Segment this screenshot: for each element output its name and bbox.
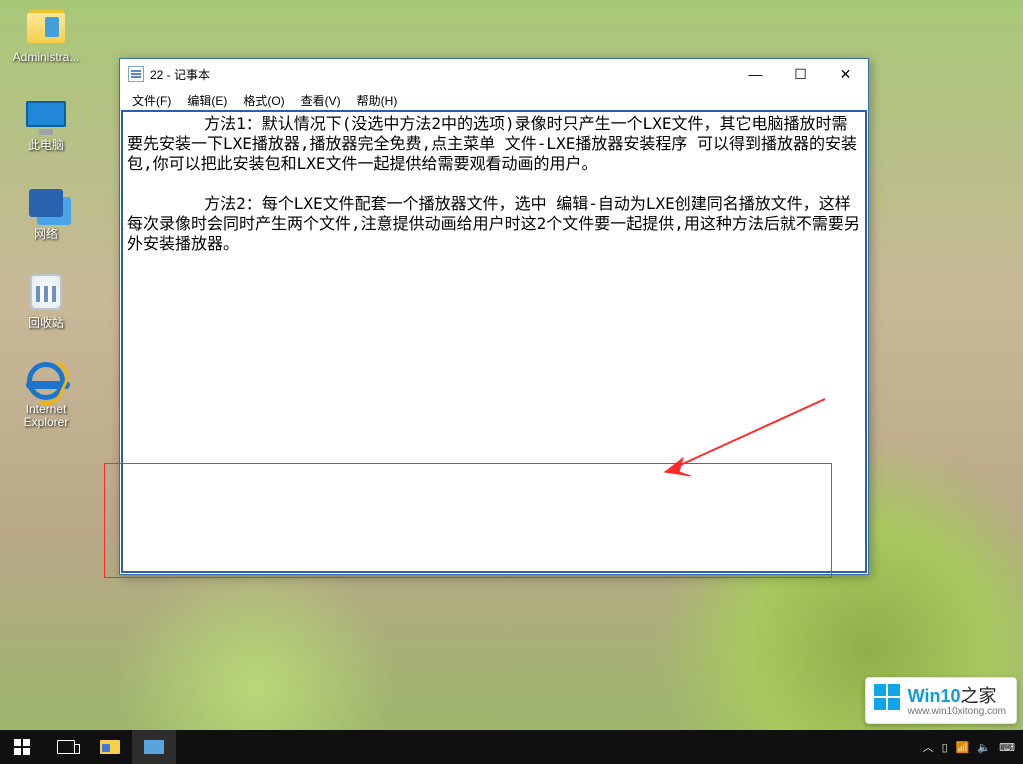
desktop-icon-label: 此电脑 bbox=[6, 136, 86, 153]
watermark-brand-b: 之家 bbox=[960, 686, 996, 706]
desktop-icon-network[interactable]: 网络 bbox=[6, 183, 86, 242]
task-view-button[interactable] bbox=[44, 730, 88, 764]
network-icon bbox=[29, 189, 63, 217]
pc-icon bbox=[26, 101, 66, 127]
close-button[interactable]: ✕ bbox=[823, 59, 868, 89]
tray-speaker-icon[interactable]: 🔈 bbox=[977, 741, 991, 754]
system-tray: ︿ ▯ 📶 🔈 ⌨ bbox=[923, 739, 1023, 755]
title-bar[interactable]: 22 - 记事本 — ☐ ✕ bbox=[120, 59, 868, 89]
watermark-brand-a: Win10 bbox=[908, 686, 961, 706]
desktop-icon-ie[interactable]: Internet Explorer bbox=[6, 361, 86, 429]
minimize-button[interactable]: — bbox=[733, 59, 778, 89]
desktop-icon-label: 网络 bbox=[6, 225, 86, 242]
desktop-icon-label: Internet Explorer bbox=[6, 403, 86, 429]
folder-user-icon bbox=[27, 13, 65, 43]
menu-format[interactable]: 格式(O) bbox=[235, 90, 292, 111]
menu-edit[interactable]: 编辑(E) bbox=[179, 90, 235, 111]
task-view-icon bbox=[57, 740, 75, 754]
menu-view[interactable]: 查看(V) bbox=[293, 90, 349, 111]
menu-help[interactable]: 帮助(H) bbox=[349, 90, 406, 111]
desktop-icon-recycle-bin[interactable]: 回收站 bbox=[6, 272, 86, 331]
tray-network-icon[interactable]: 📶 bbox=[956, 741, 970, 754]
windows-start-icon bbox=[14, 739, 30, 755]
file-explorer-button[interactable] bbox=[88, 730, 132, 764]
app-icon bbox=[144, 740, 164, 754]
menu-file[interactable]: 文件(F) bbox=[124, 90, 179, 111]
ie-icon bbox=[27, 362, 65, 400]
tray-chevron-icon[interactable]: ︿ bbox=[923, 739, 934, 755]
notepad-icon bbox=[128, 66, 144, 82]
notepad-window: 22 - 记事本 — ☐ ✕ 文件(F) 编辑(E) 格式(O) 查看(V) 帮… bbox=[119, 58, 869, 575]
file-explorer-icon bbox=[100, 740, 120, 754]
start-button[interactable] bbox=[0, 730, 44, 764]
recycle-bin-icon bbox=[30, 274, 62, 310]
watermark-url: www.win10xitong.com bbox=[908, 706, 1006, 717]
taskbar: ︿ ▯ 📶 🔈 ⌨ bbox=[0, 730, 1023, 764]
taskbar-app-active[interactable] bbox=[132, 730, 176, 764]
window-controls: — ☐ ✕ bbox=[733, 59, 868, 89]
menu-bar: 文件(F) 编辑(E) 格式(O) 查看(V) 帮助(H) bbox=[120, 89, 868, 111]
desktop-icon-this-pc[interactable]: 此电脑 bbox=[6, 94, 86, 153]
tray-ime-icon[interactable]: ⌨ bbox=[999, 741, 1015, 754]
desktop-icons: Administra... 此电脑 网络 回收站 Internet Explor… bbox=[6, 8, 86, 459]
window-title: 22 - 记事本 bbox=[150, 66, 733, 83]
windows-logo-icon bbox=[874, 684, 902, 712]
desktop-icon-label: Administra... bbox=[6, 50, 86, 64]
watermark-badge: Win10之家 www.win10xitong.com bbox=[865, 677, 1017, 724]
notepad-textarea[interactable] bbox=[122, 111, 866, 572]
desktop-icon-admin[interactable]: Administra... bbox=[6, 8, 86, 64]
desktop-icon-label: 回收站 bbox=[6, 314, 86, 331]
tray-battery-icon[interactable]: ▯ bbox=[942, 741, 948, 754]
maximize-button[interactable]: ☐ bbox=[778, 59, 823, 89]
